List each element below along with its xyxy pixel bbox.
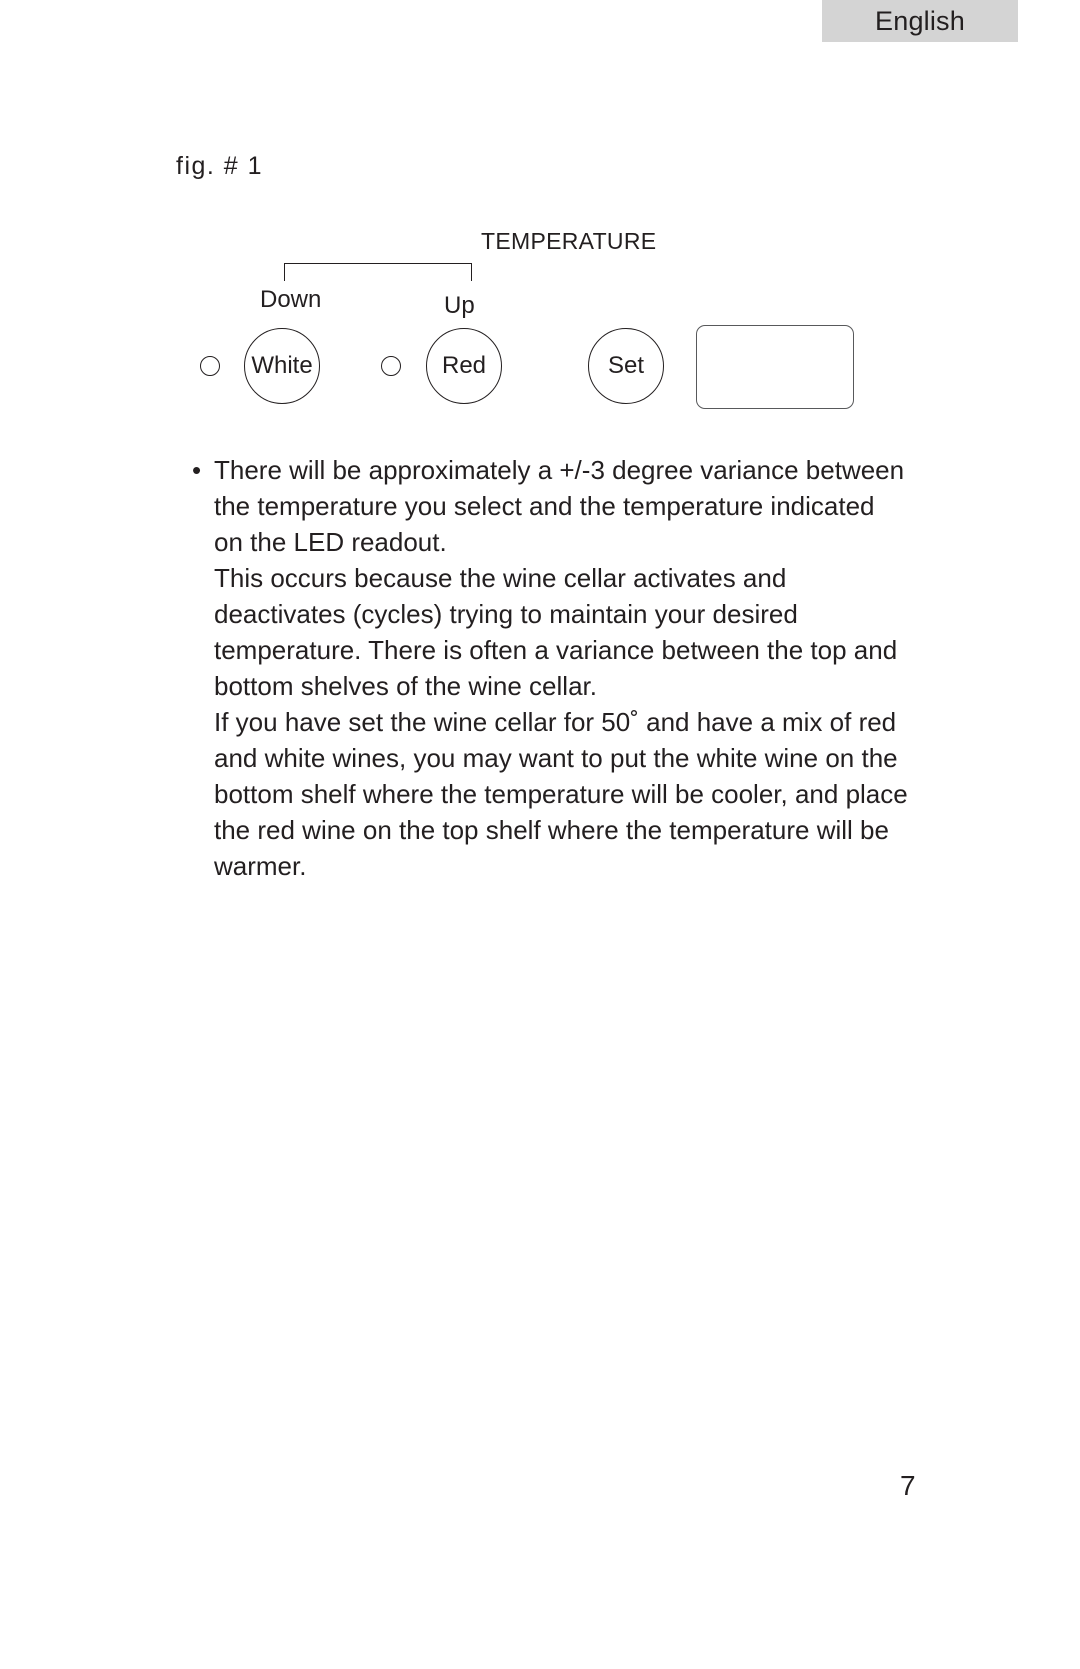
white-led-indicator-icon — [200, 356, 220, 376]
red-button[interactable]: Red — [426, 328, 502, 404]
red-button-label: Red — [441, 352, 487, 379]
page-number: 7 — [900, 1470, 916, 1501]
control-panel-diagram: TEMPERATURE Down Up White Red Set — [176, 228, 876, 428]
down-button-caption: Down — [260, 286, 322, 313]
bullet-item: • There will be approximately a +/-3 deg… — [190, 452, 910, 560]
up-button-caption: Up — [444, 292, 475, 319]
white-button-label: White — [251, 352, 313, 379]
paragraph-shelf-placement: If you have set the wine cellar for 50˚ … — [214, 707, 908, 881]
language-tab-label: English — [875, 5, 965, 36]
white-button[interactable]: White — [244, 328, 320, 404]
set-button-label: Set — [607, 352, 645, 379]
set-button[interactable]: Set — [588, 328, 664, 404]
paragraph-cycles: This occurs because the wine cellar acti… — [214, 563, 898, 701]
bullet-marker-icon: • — [192, 455, 202, 485]
bullet-item-text: There will be approximately a +/-3 degre… — [214, 455, 905, 557]
body-content: • There will be approximately a +/-3 deg… — [190, 452, 910, 884]
figure-caption: fig. # 1 — [176, 152, 264, 180]
red-led-indicator-icon — [381, 356, 401, 376]
led-readout-display — [696, 325, 854, 409]
language-tab: English — [822, 0, 1018, 42]
temperature-bracket — [284, 263, 472, 281]
temperature-group-label: TEMPERATURE — [481, 228, 657, 254]
